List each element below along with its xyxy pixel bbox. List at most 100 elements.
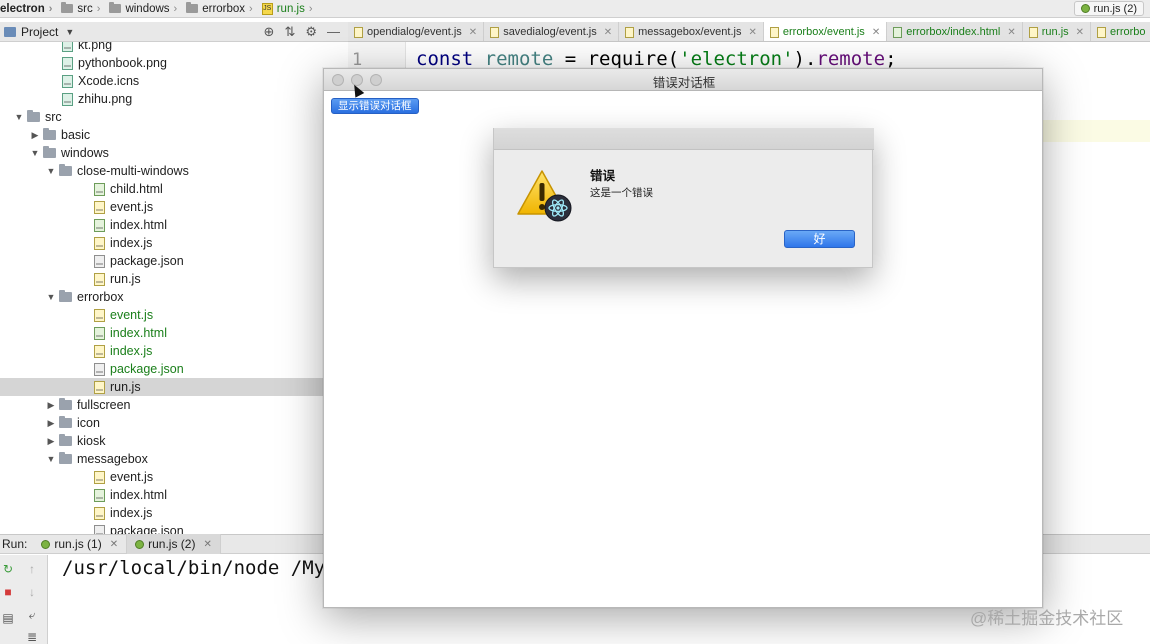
json-file-icon <box>94 524 105 534</box>
tree-item[interactable]: run.js <box>0 378 323 396</box>
run-configuration-selector[interactable]: run.js (2) <box>1073 1 1144 16</box>
tree-item[interactable]: index.html <box>0 486 323 504</box>
run-tab-2[interactable]: run.js (2) ✕ <box>127 534 221 554</box>
tree-item[interactable]: ▼ messagebox <box>0 450 323 468</box>
layout-icon[interactable]: ▤ <box>0 610 16 626</box>
show-error-dialog-button[interactable]: 显示错误对话框 <box>331 98 419 114</box>
close-icon[interactable]: ✕ <box>203 539 211 550</box>
editor-tab[interactable]: savedialog/event.js ✕ <box>484 22 620 41</box>
tree-item[interactable]: pythonbook.png <box>0 54 323 72</box>
soft-wrap-icon[interactable]: ⤶ <box>24 607 40 623</box>
editor-tab[interactable]: errorbo <box>1091 22 1150 41</box>
run-tab-1[interactable]: run.js (1) ✕ <box>33 534 128 554</box>
chevron-right-icon[interactable]: ▶ <box>46 418 56 429</box>
arrow-down-icon[interactable]: ↓ <box>24 584 40 600</box>
editor-tab-bar: opendialog/event.js ✕ savedialog/event.js ✕… <box>348 22 1150 42</box>
project-panel-title[interactable]: Project <box>21 25 58 39</box>
tree-item[interactable]: ▶ fullscreen <box>0 396 323 414</box>
folder-icon <box>109 2 122 13</box>
tree-item[interactable]: child.html <box>0 180 323 198</box>
breadcrumb-item-runjs[interactable]: JS run.js › <box>253 2 313 15</box>
tree-item[interactable]: ▶ icon <box>0 414 323 432</box>
chevron-down-icon[interactable]: ▼ <box>46 166 56 176</box>
tree-item[interactable]: index.js <box>0 504 323 522</box>
js-file-icon <box>94 344 105 358</box>
editor-tab[interactable]: messagebox/event.js ✕ <box>619 22 764 41</box>
chevron-down-icon[interactable]: ▼ <box>46 454 56 464</box>
watermark-text: @稀土掘金技术社区 <box>970 609 1124 628</box>
chevron-down-icon[interactable]: ▼ <box>30 148 40 158</box>
js-file-icon <box>94 236 105 250</box>
rerun-icon[interactable]: ↻ <box>0 561 16 577</box>
gear-icon[interactable]: ⚙ <box>305 24 317 40</box>
img-file-icon <box>62 56 73 70</box>
code-line-1[interactable]: const remote = require('electron').remot… <box>416 48 897 70</box>
close-icon[interactable]: ✕ <box>872 27 880 38</box>
chevron-down-icon[interactable]: ▼ <box>14 112 24 122</box>
breadcrumb-item-errorbox[interactable]: errorbox › <box>177 2 253 15</box>
tree-item-label: index.html <box>110 218 167 232</box>
tree-item[interactable]: ▼ windows <box>0 144 323 162</box>
navigation-breadcrumb: electron › src › windows › errorbox › JS run.… <box>0 0 1150 18</box>
tree-item[interactable]: kt.png <box>0 42 323 54</box>
locate-file-icon[interactable]: ⊕ <box>264 24 275 40</box>
tree-item-label: index.html <box>110 326 167 340</box>
line-number: 1 <box>352 50 363 70</box>
tree-item[interactable]: index.js <box>0 342 323 360</box>
tree-item[interactable]: package.json <box>0 522 323 534</box>
close-icon[interactable]: ✕ <box>469 27 477 38</box>
chevron-down-icon[interactable]: ▼ <box>65 27 74 37</box>
tree-item[interactable]: package.json <box>0 360 323 378</box>
js-file-icon <box>94 506 105 520</box>
code-text: ). <box>793 48 817 70</box>
close-icon[interactable]: ✕ <box>748 27 756 38</box>
editor-tab[interactable]: opendialog/event.js ✕ <box>348 22 485 41</box>
tree-item[interactable]: ▼ src <box>0 108 323 126</box>
editor-tab[interactable]: run.js ✕ <box>1023 22 1092 41</box>
tree-item[interactable]: Xcode.icns <box>0 72 323 90</box>
run-config-label: run.js (2) <box>1093 2 1137 15</box>
chevron-right-icon[interactable]: ▶ <box>46 436 56 447</box>
editor-tab[interactable]: errorbox/index.html ✕ <box>887 22 1023 41</box>
breadcrumb-item-src[interactable]: src › <box>52 2 100 15</box>
folder-icon <box>59 290 72 302</box>
current-line-highlight <box>1043 120 1150 142</box>
breadcrumb-item-project[interactable]: electron › <box>0 3 52 15</box>
tree-item[interactable]: run.js <box>0 270 323 288</box>
tree-item[interactable]: index.js <box>0 234 323 252</box>
tree-item[interactable]: ▶ basic <box>0 126 323 144</box>
breadcrumb-item-windows[interactable]: windows › <box>100 2 177 15</box>
close-icon[interactable]: ✕ <box>1007 27 1015 38</box>
close-icon[interactable]: ✕ <box>604 27 612 38</box>
tree-item-label: event.js <box>110 308 154 322</box>
editor-tab[interactable]: errorbox/event.js ✕ <box>763 22 888 41</box>
close-icon[interactable]: ✕ <box>1076 27 1084 38</box>
chevron-right-icon[interactable]: ▶ <box>46 400 56 411</box>
stop-icon[interactable]: ■ <box>0 584 16 600</box>
tree-item[interactable]: zhihu.png <box>0 90 323 108</box>
minimize-panel-icon[interactable]: — <box>327 24 340 40</box>
html-file-icon <box>94 182 105 196</box>
folder-icon <box>59 452 72 464</box>
close-icon[interactable]: ✕ <box>110 539 118 550</box>
tree-item[interactable]: package.json <box>0 252 323 270</box>
chevron-right-icon[interactable]: ▶ <box>30 130 40 141</box>
tree-item[interactable]: event.js <box>0 468 323 486</box>
tree-item-label: zhihu.png <box>78 92 133 106</box>
collapse-all-icon[interactable]: ⇅ <box>284 24 295 40</box>
scroll-to-end-icon[interactable]: ≣ <box>24 629 40 644</box>
tree-item[interactable]: event.js <box>0 198 323 216</box>
arrow-up-icon[interactable]: ↑ <box>24 561 40 577</box>
window-titlebar[interactable]: 错误对话框 <box>324 69 1042 91</box>
tree-item[interactable]: event.js <box>0 306 323 324</box>
ok-button[interactable]: 好 <box>784 230 855 248</box>
chevron-down-icon[interactable]: ▼ <box>46 292 56 302</box>
dialog-title: 错误 <box>590 169 616 183</box>
tree-item[interactable]: ▼ close-multi-windows <box>0 162 323 180</box>
tree-item[interactable]: index.html <box>0 216 323 234</box>
tree-item-label: fullscreen <box>77 398 131 412</box>
tree-item[interactable]: ▶ kiosk <box>0 432 323 450</box>
tree-item[interactable]: index.html <box>0 324 323 342</box>
js-file-icon <box>1028 26 1038 38</box>
tree-item[interactable]: ▼ errorbox <box>0 288 323 306</box>
